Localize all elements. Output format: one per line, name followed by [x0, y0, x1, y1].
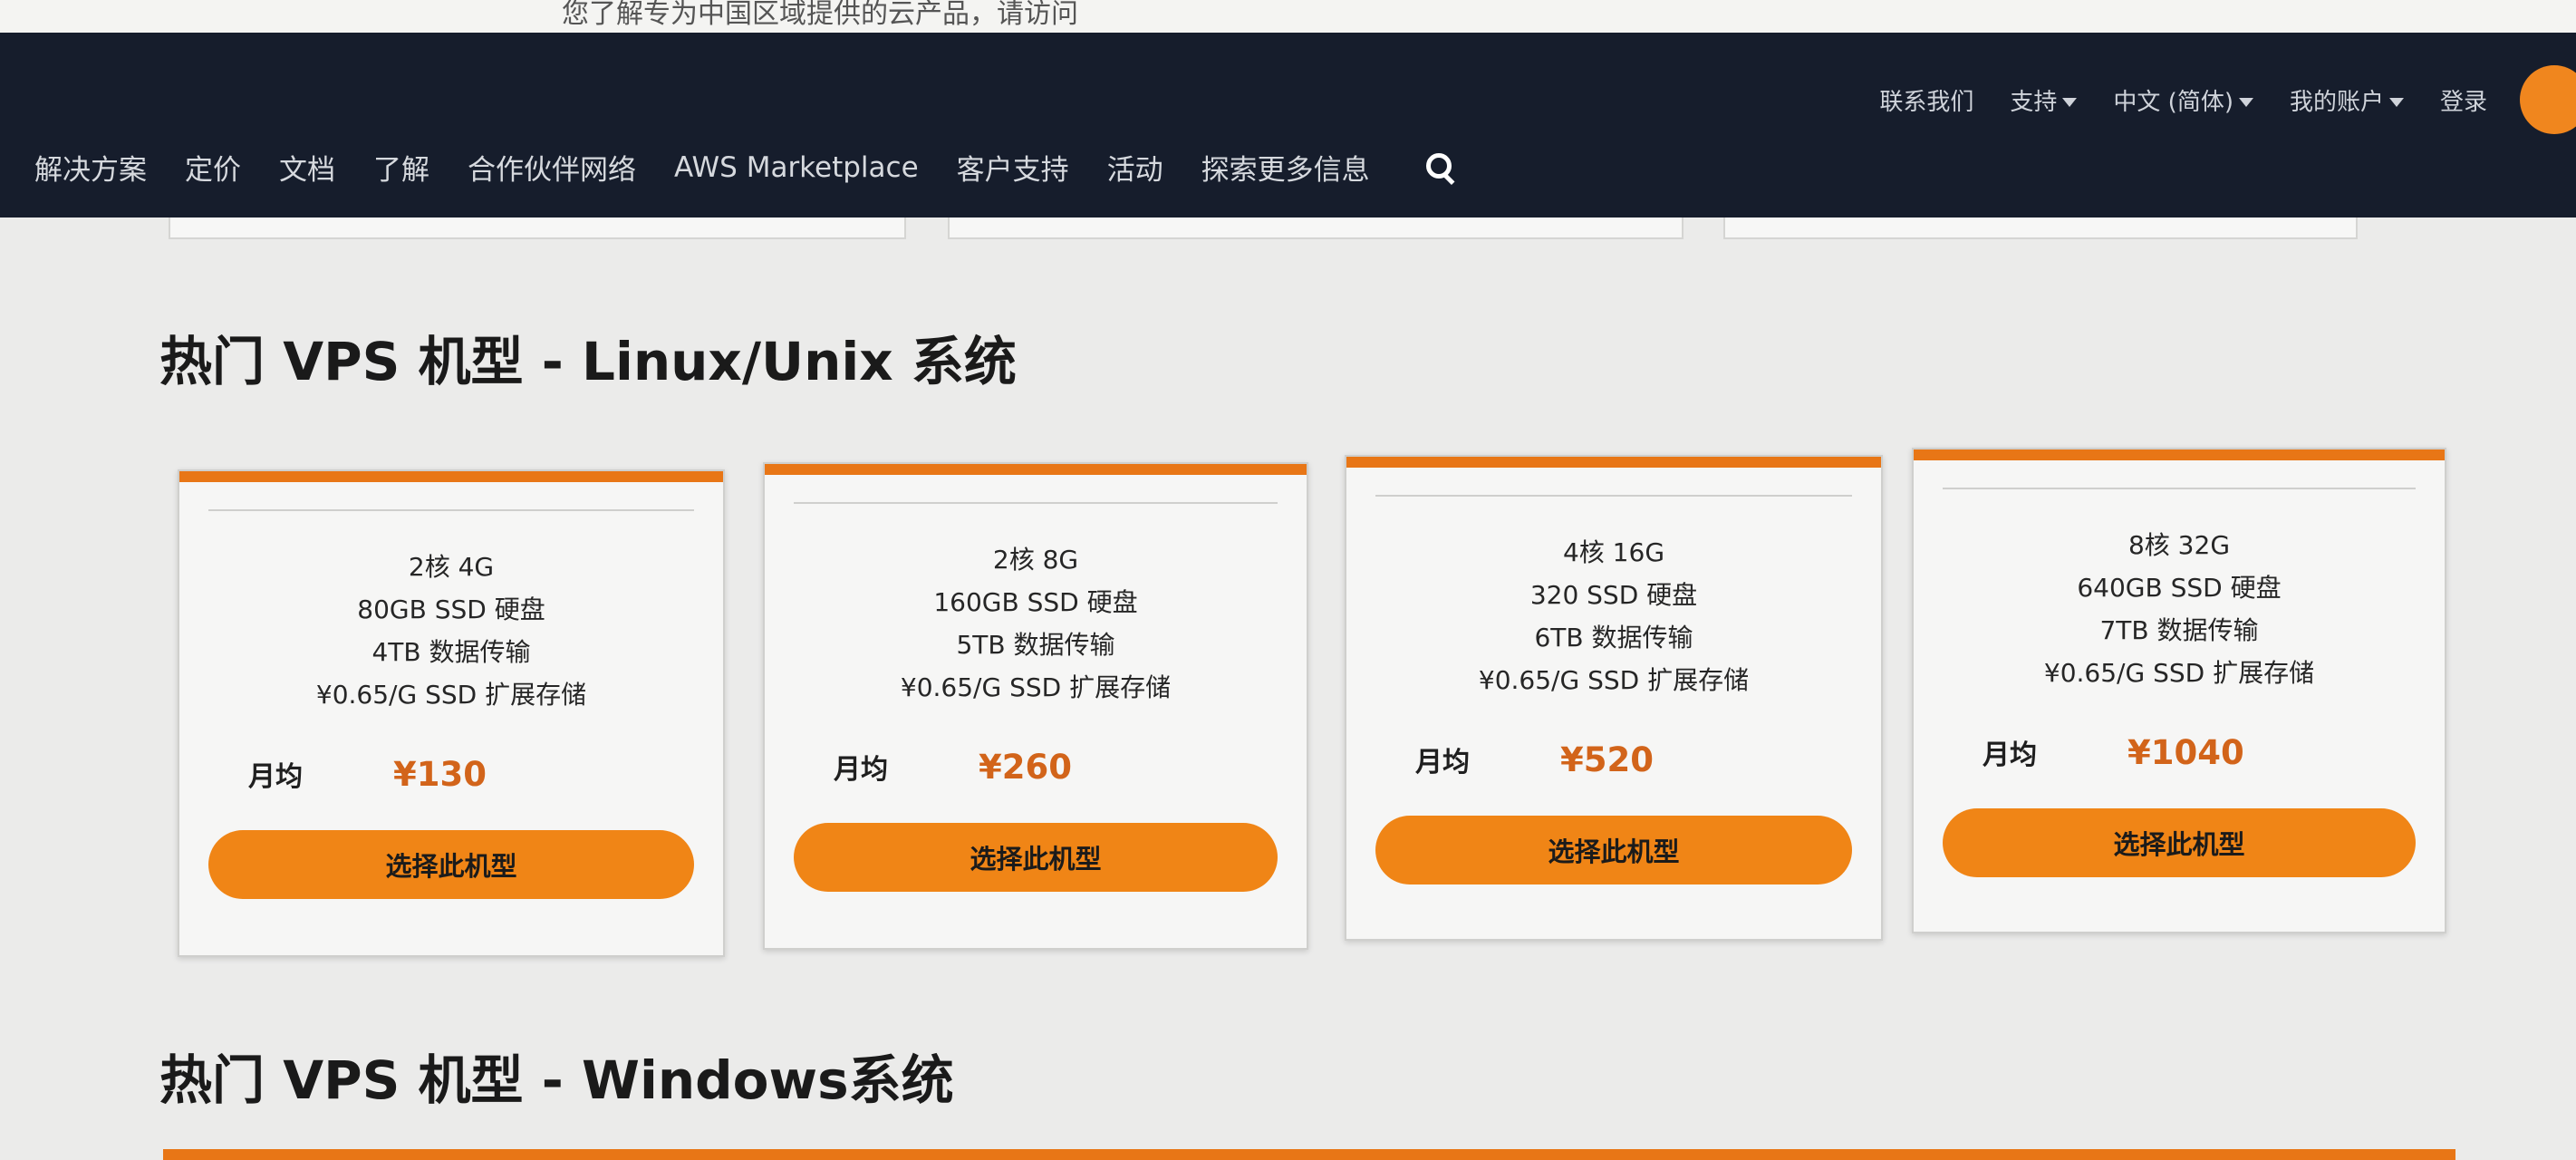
- price-row: 月均 ¥520: [1415, 740, 1654, 779]
- spec-cpu-memory: 2核 8G: [992, 545, 1079, 575]
- card-accent-bar: [179, 471, 723, 482]
- vps-plan-card: 2核 8G 160GB SSD 硬盘 5TB 数据传输 ¥0.65/G SSD …: [763, 462, 1308, 950]
- language-menu[interactable]: 中文 (简体): [2113, 83, 2253, 117]
- card-divider: [1375, 495, 1852, 497]
- spec-storage-price: ¥0.65/G SSD 扩展存储: [1478, 665, 1750, 695]
- spec-disk: 320 SSD 硬盘: [1529, 580, 1698, 610]
- spec-transfer: 6TB 数据传输: [1534, 623, 1693, 652]
- select-plan-button[interactable]: 选择此机型: [1375, 816, 1852, 884]
- top-notice-text: 您了解专为中国区域提供的云产品，请访问: [562, 0, 1078, 30]
- card-divider: [1943, 488, 2416, 489]
- nav-item-solutions[interactable]: 解决方案: [34, 147, 147, 188]
- monthly-price: ¥260: [979, 747, 1072, 787]
- login-label: 登录: [2439, 88, 2487, 116]
- plan-specs: 2核 8G 160GB SSD 硬盘 5TB 数据传输 ¥0.65/G SSD …: [765, 538, 1307, 709]
- monthly-price: ¥520: [1560, 740, 1654, 779]
- card-divider: [208, 509, 694, 511]
- contact-us-label: 联系我们: [1879, 88, 1974, 116]
- price-label: 月均: [1983, 740, 2037, 771]
- card-accent-bar: [765, 464, 1307, 475]
- spec-storage-price: ¥0.65/G SSD 扩展存储: [2043, 658, 2315, 688]
- spec-storage-price: ¥0.65/G SSD 扩展存储: [900, 672, 1172, 702]
- language-label: 中文 (简体): [2113, 88, 2233, 116]
- select-plan-button[interactable]: 选择此机型: [208, 830, 694, 899]
- previous-card-bottom: [948, 218, 1684, 239]
- price-row: 月均 ¥1040: [1983, 732, 2244, 772]
- nav-item-customer-support[interactable]: 客户支持: [957, 147, 1069, 188]
- chevron-down-icon: [2062, 98, 2078, 107]
- price-row: 月均 ¥130: [248, 754, 487, 794]
- nav-item-learn[interactable]: 了解: [373, 147, 429, 188]
- price-label: 月均: [248, 761, 303, 793]
- card-divider: [794, 502, 1278, 504]
- plan-specs: 4核 16G 320 SSD 硬盘 6TB 数据传输 ¥0.65/G SSD 扩…: [1346, 531, 1881, 701]
- contact-us-link[interactable]: 联系我们: [1879, 83, 1973, 117]
- next-section-card-accent: [163, 1149, 2455, 1160]
- spec-disk: 80GB SSD 硬盘: [357, 594, 545, 624]
- price-label: 月均: [834, 754, 888, 786]
- section-title-linux: 热门 VPS 机型 - Linux/Unix 系统: [159, 331, 1017, 392]
- chevron-down-icon: [2388, 98, 2404, 107]
- nav-item-events[interactable]: 活动: [1107, 147, 1163, 188]
- search-icon[interactable]: [1424, 151, 1457, 184]
- main-nav: 解决方案 定价 文档 了解 合作伙伴网络 AWS Marketplace 客户支…: [34, 147, 1457, 188]
- select-plan-button[interactable]: 选择此机型: [1943, 808, 2416, 877]
- select-plan-button[interactable]: 选择此机型: [794, 823, 1278, 892]
- price-label: 月均: [1415, 747, 1470, 778]
- utility-bar: 联系我们 支持 中文 (简体) 我的账户 登录: [1879, 65, 2576, 134]
- spec-storage-price: ¥0.65/G SSD 扩展存储: [315, 680, 587, 710]
- support-menu[interactable]: 支持: [2010, 83, 2078, 117]
- price-row: 月均 ¥260: [834, 747, 1072, 787]
- nav-item-explore-more[interactable]: 探索更多信息: [1201, 147, 1370, 188]
- spec-transfer: 4TB 数据传输: [371, 637, 531, 667]
- nav-item-aws-marketplace[interactable]: AWS Marketplace: [674, 151, 919, 184]
- monthly-price: ¥130: [393, 754, 487, 794]
- top-notice-strip: 您了解专为中国区域提供的云产品，请访问: [0, 0, 2576, 33]
- vps-plan-card: 8核 32G 640GB SSD 硬盘 7TB 数据传输 ¥0.65/G SSD…: [1912, 448, 2446, 933]
- spec-cpu-memory: 4核 16G: [1562, 537, 1665, 567]
- create-account-button[interactable]: [2520, 65, 2576, 134]
- nav-item-docs[interactable]: 文档: [279, 147, 335, 188]
- spec-cpu-memory: 8核 32G: [2127, 530, 2231, 560]
- spec-transfer: 7TB 数据传输: [2099, 615, 2259, 645]
- spec-disk: 160GB SSD 硬盘: [933, 587, 1138, 617]
- top-navigation: 联系我们 支持 中文 (简体) 我的账户 登录 解决方案 定价 文档 了解 合作…: [0, 33, 2576, 218]
- plan-specs: 2核 4G 80GB SSD 硬盘 4TB 数据传输 ¥0.65/G SSD 扩…: [179, 546, 723, 716]
- spec-cpu-memory: 2核 4G: [408, 552, 495, 582]
- card-accent-bar: [1346, 457, 1881, 468]
- spec-disk: 640GB SSD 硬盘: [2077, 573, 2282, 603]
- support-label: 支持: [2010, 88, 2058, 116]
- vps-plan-card: 4核 16G 320 SSD 硬盘 6TB 数据传输 ¥0.65/G SSD 扩…: [1345, 455, 1883, 941]
- spec-transfer: 5TB 数据传输: [956, 630, 1115, 660]
- card-accent-bar: [1914, 450, 2445, 460]
- login-link[interactable]: 登录: [2440, 83, 2487, 117]
- chevron-down-icon: [2238, 98, 2253, 107]
- my-account-label: 我的账户: [2289, 88, 2384, 116]
- monthly-price: ¥1040: [2127, 732, 2244, 772]
- previous-card-bottom: [1723, 218, 2358, 239]
- section-title-windows: 热门 VPS 机型 - Windows系统: [159, 1049, 954, 1111]
- vps-plan-card: 2核 4G 80GB SSD 硬盘 4TB 数据传输 ¥0.65/G SSD 扩…: [178, 469, 725, 957]
- previous-card-bottom: [169, 218, 906, 239]
- my-account-menu[interactable]: 我的账户: [2290, 83, 2404, 117]
- nav-item-pricing[interactable]: 定价: [185, 147, 241, 188]
- nav-item-partner-network[interactable]: 合作伙伴网络: [468, 147, 636, 188]
- plan-specs: 8核 32G 640GB SSD 硬盘 7TB 数据传输 ¥0.65/G SSD…: [1914, 524, 2445, 694]
